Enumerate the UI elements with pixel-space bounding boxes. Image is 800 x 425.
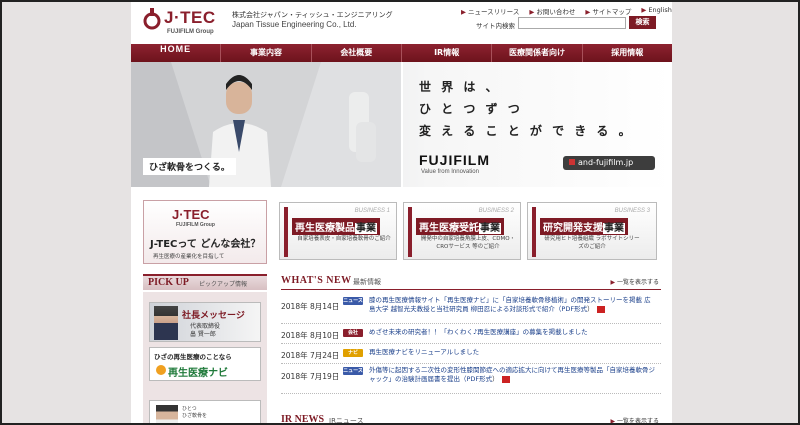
business-title: 研究開発支援事業 <box>540 218 628 235</box>
news-category-badge: ニュース <box>343 367 363 375</box>
banner-text: ひとつ ひざ軟骨を <box>182 406 208 419</box>
news-category-badge: ナビ <box>343 349 363 357</box>
pickup-panel: 社長メッセージ 代表取締役 畠 賢一郎 ひざの再生医療のことなら 再生医療ナビ … <box>143 292 267 423</box>
business-card-products[interactable]: BUSINESS 1 再生医療製品事業 自家培養表皮・自家培養軟骨のご紹介 <box>279 202 397 260</box>
ir-news-title: IR NEWS <box>281 414 325 425</box>
top-link-english[interactable]: ▶ English <box>641 6 671 16</box>
business-title: 再生医療製品事業 <box>292 218 380 235</box>
business-description: 自家培養表皮・自家培養軟骨のご紹介 <box>297 236 391 242</box>
site-header: J·TEC FUJIFILM Group 株式会社ジャパン・ティッシュ・エンジニ… <box>131 2 672 44</box>
news-date: 2018年 8月10日 <box>281 331 340 340</box>
company-name-en: Japan Tissue Engineering Co., Ltd. <box>232 20 357 29</box>
company-name-jp: 株式会社ジャパン・ティッシュ・エンジニアリング <box>232 11 393 19</box>
news-row: 2018年 8月14日 ニュース 膝の再生医療情報サイト「再生医療ナビ」に「自家… <box>281 294 661 324</box>
saisei-navi-banner[interactable]: ひざの再生医療のことなら 再生医療ナビ <box>149 347 261 381</box>
campaign-url-badge[interactable]: and-fujifilm.jp <box>563 156 655 170</box>
business-number: BUSINESS 2 <box>478 208 514 214</box>
arrow-icon: ▶ <box>529 8 535 16</box>
whats-new-title: WHAT'S NEW <box>281 275 352 286</box>
news-row: 2018年 7月19日 ニュース 外傷等に起因する二次性の変形性膝関節症への適応… <box>281 364 661 394</box>
news-text[interactable]: めざせ未来の研究者！！「わくわく♪再生医療講座」の募集を掲載しました <box>369 328 657 337</box>
business-number: BUSINESS 3 <box>614 208 650 214</box>
business-description: 開発中の自家培養角膜上皮、CDMO・CROサービス 等のご紹介 <box>420 236 516 250</box>
pickup-banner-3[interactable]: ひとつ ひざ軟骨を <box>149 400 261 423</box>
top-link-sitemap[interactable]: ▶ サイトマップ <box>585 6 631 16</box>
navi-logo-icon <box>156 365 166 375</box>
logo-text[interactable]: J·TEC <box>164 8 216 28</box>
ir-news-more-link[interactable]: ▶ 一覧を表示する <box>610 416 659 423</box>
pdf-icon <box>596 305 605 313</box>
whats-new-header: WHAT'S NEW 最新情報 ▶ 一覧を表示する <box>281 274 661 290</box>
ir-news-subtitle: IRニュース <box>329 417 364 425</box>
browser-frame: J·TEC FUJIFILM Group 株式会社ジャパン・ティッシュ・エンジニ… <box>0 0 800 425</box>
about-logo-subtitle: FUJIFILM Group <box>176 222 215 228</box>
nav-item-ir[interactable]: IR情報 <box>402 44 493 62</box>
accent-bar <box>284 207 288 257</box>
hero-divider <box>401 62 403 187</box>
hero-copy: 世 界 は 、 ひ と つ ず つ 変 え る こ と が で き る 。 <box>419 80 634 138</box>
fujifilm-logo: FUJIFILM <box>419 152 490 168</box>
news-category-badge: 会社 <box>343 329 363 337</box>
news-text[interactable]: 外傷等に起因する二次性の変形性膝関節症への適応拡大に向けて再生医療等製品「自家培… <box>369 366 657 384</box>
page: J·TEC FUJIFILM Group 株式会社ジャパン・ティッシュ・エンジニ… <box>131 2 672 425</box>
arrow-icon: ▶ <box>461 8 466 16</box>
news-text[interactable]: 再生医療ナビをリニューアルしました <box>369 348 657 357</box>
whats-new-subtitle: 最新情報 <box>353 278 381 286</box>
about-description: 再生医療の産業化を目指して <box>153 254 225 260</box>
news-text[interactable]: 膝の再生医療情報サイト「再生医療ナビ」に「自家培養軟骨移植術」の開発ストーリーを… <box>369 296 657 314</box>
jtec-logo-icon[interactable] <box>143 8 161 30</box>
business-card-research[interactable]: BUSINESS 3 研究開発支援事業 研究用ヒト培養組織 ラボサイトシリーズの… <box>527 202 657 260</box>
pickup-subtitle: ピックアップ情報 <box>199 281 248 288</box>
news-date: 2018年 8月14日 <box>281 302 340 311</box>
news-row: 2018年 7月24日 ナビ 再生医療ナビをリニューアルしました <box>281 344 661 364</box>
business-title: 再生医療受託事業 <box>416 218 504 235</box>
pickup-title: PICK UP <box>148 277 189 288</box>
top-link-contact[interactable]: ▶ お問い合わせ <box>529 6 575 16</box>
square-icon <box>569 159 575 165</box>
president-photo <box>154 306 178 340</box>
banner-photo <box>156 405 178 423</box>
search-input[interactable] <box>518 17 626 29</box>
news-row: 2018年 8月10日 会社 めざせ未来の研究者！！「わくわく♪再生医療講座」の… <box>281 324 661 344</box>
business-description: 研究用ヒト培養組織 ラボサイトシリーズのご紹介 <box>544 236 640 250</box>
news-date: 2018年 7月24日 <box>281 351 340 360</box>
ir-news-header: IR NEWS IRニュース ▶ 一覧を表示する <box>281 412 661 425</box>
hero-banner[interactable]: ひざ軟骨をつくる。 世 界 は 、 ひ と つ ず つ 変 え る こ と が … <box>131 62 672 187</box>
business-card-contract[interactable]: BUSINESS 2 再生医療受託事業 開発中の自家培養角膜上皮、CDMO・CR… <box>403 202 521 260</box>
navi-brand: 再生医療ナビ <box>168 368 228 379</box>
navi-tagline: ひざの再生医療のことなら <box>154 353 232 361</box>
business-number: BUSINESS 1 <box>354 208 390 214</box>
top-links: ▶ ニュースリリース ▶ お問い合わせ ▶ サイトマップ ▶ English <box>461 6 672 16</box>
fujifilm-slogan: Value from Innovation <box>421 169 479 175</box>
news-category-badge: ニュース <box>343 297 363 305</box>
president-message-banner[interactable]: 社長メッセージ 代表取締役 畠 賢一郎 <box>149 302 261 342</box>
whats-new-more-link[interactable]: ▶ 一覧を表示する <box>610 277 659 286</box>
nav-item-medical[interactable]: 医療関係者向け <box>492 44 583 62</box>
arrow-icon: ▶ <box>585 8 591 16</box>
search-button[interactable]: 検索 <box>629 16 656 29</box>
accent-bar <box>408 207 412 257</box>
arrow-icon: ▶ <box>641 6 647 14</box>
hero-tagline: ひざ軟骨をつくる。 <box>143 158 236 175</box>
nav-item-recruit[interactable]: 採用情報 <box>583 44 672 62</box>
message-title: 社長メッセージ <box>182 311 245 321</box>
nav-item-home[interactable]: HOME <box>131 44 222 62</box>
pdf-icon <box>501 375 510 383</box>
search-label: サイト内検索 <box>476 22 515 30</box>
about-company-banner[interactable]: J·TEC FUJIFILM Group J-TECって どんな会社？ 再生医療… <box>143 200 267 264</box>
pickup-header: PICK UP ピックアップ情報 <box>143 274 267 290</box>
main-nav: HOME 事業内容 会社概要 IR情報 医療関係者向け 採用情報 <box>131 44 672 62</box>
message-subtitle: 代表取締役 畠 賢一郎 <box>190 323 221 338</box>
top-link-news[interactable]: ▶ ニュースリリース <box>461 6 519 16</box>
news-date: 2018年 7月19日 <box>281 372 340 381</box>
about-title: J-TECって どんな会社？ <box>150 239 261 250</box>
nav-item-company[interactable]: 会社概要 <box>312 44 402 62</box>
logo-subtitle: FUJIFILM Group <box>167 29 214 35</box>
business-row: J·TEC FUJIFILM Group J-TECって どんな会社？ 再生医療… <box>131 198 672 264</box>
nav-item-business[interactable]: 事業内容 <box>221 44 312 62</box>
accent-bar <box>532 207 536 257</box>
about-logo: J·TEC <box>172 207 210 222</box>
